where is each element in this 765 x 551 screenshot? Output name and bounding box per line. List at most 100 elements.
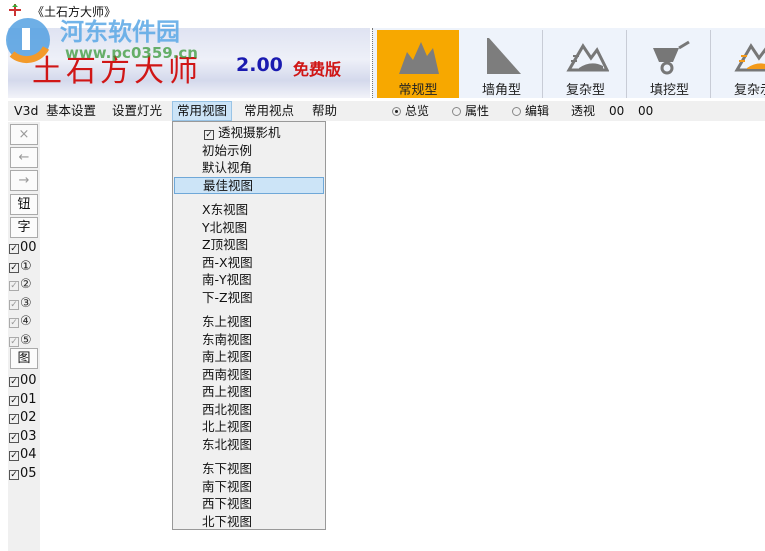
text-toggle[interactable]: 字 — [10, 216, 38, 238]
checkbox-icon: ✓ — [9, 262, 19, 273]
view-menu-item[interactable]: 东下视图 — [174, 460, 324, 477]
layer-checkbox[interactable]: ✓ 05 — [9, 465, 37, 482]
toolbar-button-label: 复杂型 — [565, 83, 605, 98]
banner: 土石方大师 2.00 免费版 — [8, 28, 370, 98]
checkbox-label: 00 — [20, 240, 37, 255]
view-menu-item[interactable]: 最佳视图 — [174, 176, 324, 194]
menu-bar: V3d 基本设置 设置灯光 常用视图 常用视点 帮助 总览 属性 编辑 透视 0… — [8, 101, 765, 121]
view-menu-item-label: Y北视图 — [202, 219, 248, 235]
layer-checkbox[interactable]: ✓ ① — [9, 258, 32, 275]
view-menu-item[interactable]: ✓ 透视摄影机 — [174, 124, 324, 141]
checkbox-label: 04 — [20, 447, 37, 462]
view-menu-item[interactable]: 东上视图 — [174, 313, 324, 330]
view-menu-item[interactable]: 南下视图 — [174, 478, 324, 495]
view-menu-item[interactable]: 初始示例 — [174, 142, 324, 159]
menu-lighting[interactable]: 设置灯光 — [108, 101, 166, 121]
view-menu-item[interactable]: 西下视图 — [174, 495, 324, 512]
radio-overview[interactable]: 总览 — [392, 104, 429, 118]
view-menu-item[interactable]: 东南视图 — [174, 331, 324, 348]
layer-checkbox[interactable]: ✓ ③ — [9, 295, 32, 312]
back-button[interactable]: ← — [10, 147, 38, 169]
layer-checkbox[interactable]: ✓ 00 — [9, 239, 37, 256]
window-title: 《土石方大师》 — [32, 5, 117, 19]
view-menu-item[interactable]: 下-Z视图 — [174, 289, 324, 306]
slope-icon — [487, 38, 521, 74]
layer-checkbox[interactable]: ✓ 02 — [9, 409, 37, 426]
view-menu-item-label: 北上视图 — [202, 419, 253, 434]
view-menu-item[interactable]: 默认视角 — [174, 159, 324, 176]
view-menu-item-label: 西南视图 — [202, 366, 253, 382]
toolbar-button-label: 常规型 — [398, 83, 438, 98]
view-menu-item[interactable]: Z顶视图 — [174, 236, 324, 253]
view-menu-item-label: 默认视角 — [202, 160, 253, 175]
layer-checkbox[interactable]: ✓ 01 — [9, 391, 37, 408]
view-menu-item[interactable]: 西上视图 — [174, 383, 324, 400]
menu-help[interactable]: 帮助 — [308, 101, 341, 121]
view-menu-item[interactable]: 北上视图 — [174, 418, 324, 435]
perspective-value-2: 00 — [638, 104, 654, 118]
checkbox-icon: ✓ — [9, 414, 19, 424]
toolbar-button-4[interactable]: 复杂示 — [713, 30, 765, 98]
close-button[interactable]: × — [10, 124, 38, 145]
menu-v3d[interactable]: V3d — [10, 101, 42, 121]
view-menu-item[interactable]: 西南视图 — [174, 366, 324, 383]
mountain-icon — [399, 42, 439, 74]
menu-common-viewpoints[interactable]: 常用视点 — [240, 101, 298, 121]
view-menu-item-label: 下-Z视图 — [202, 289, 253, 305]
checkbox-label: ① — [20, 258, 32, 274]
view-menu-item[interactable]: 南-Y视图 — [174, 271, 324, 288]
view-menu-item-label: 透视摄影机 — [218, 125, 281, 140]
toolbar-button-1[interactable]: 墙角型 — [461, 30, 543, 98]
view-menu-item-label: 西下视图 — [202, 496, 253, 511]
view-menu-item[interactable]: X东视图 — [174, 201, 324, 218]
forward-button[interactable]: → — [10, 170, 38, 192]
layer-checkbox[interactable]: ✓ 00 — [9, 372, 37, 389]
toolbar-button-0[interactable]: 常规型 — [377, 30, 459, 98]
banner-edition: 免费版 — [293, 60, 342, 79]
view-menu-item[interactable]: 南上视图 — [174, 348, 324, 365]
toolbar-button-label: 墙角型 — [481, 83, 521, 98]
complex-example-icon — [734, 43, 765, 72]
view-menu-item[interactable]: 西-X视图 — [174, 254, 324, 271]
perspective-label: 透视 — [571, 104, 596, 118]
complex-terrain-icon — [566, 43, 609, 72]
checkbox-label: 02 — [20, 410, 37, 425]
view-menu-item[interactable]: 西北视图 — [174, 401, 324, 418]
image-button[interactable]: 图 — [10, 348, 38, 369]
radio-dot-icon — [452, 107, 461, 116]
layer-checkbox[interactable]: ✓ 04 — [9, 446, 37, 463]
radio-dot-icon — [392, 107, 401, 116]
view-menu-item[interactable]: 北下视图 — [174, 513, 324, 530]
toolbar-button-2[interactable]: 复杂型 — [545, 30, 627, 98]
layer-checkbox[interactable]: ✓ ④ — [9, 313, 32, 330]
view-menu-item-label: 西上视图 — [202, 384, 253, 399]
menu-common-views[interactable]: 常用视图 — [172, 101, 233, 121]
layer-checkbox[interactable]: ✓ 03 — [9, 428, 37, 445]
radio-dot-icon — [512, 107, 521, 116]
view-menu-item-label: 南-Y视图 — [202, 272, 252, 287]
checkbox-label: 05 — [20, 465, 37, 481]
checkbox-icon: ✓ — [9, 432, 19, 443]
toolbar-button-3[interactable]: 填挖型 — [629, 30, 711, 98]
view-menu-item[interactable]: 东北视图 — [174, 436, 324, 453]
view-menu-item-label: X东视图 — [202, 202, 249, 217]
menu-basic-settings[interactable]: 基本设置 — [42, 101, 100, 121]
view-menu-item[interactable]: Y北视图 — [174, 219, 324, 236]
checkbox-icon: ✓ — [9, 395, 19, 406]
button-toggle[interactable]: 钮 — [10, 193, 38, 215]
view-menu-item-label: 最佳视图 — [203, 177, 254, 193]
view-menu-item-label: 东南视图 — [202, 331, 253, 347]
view-menu-item-label: 西-X视图 — [202, 254, 253, 270]
radio-properties[interactable]: 属性 — [452, 104, 489, 118]
view-menu-item-label: 初始示例 — [202, 142, 253, 158]
perspective-value-1: 00 — [609, 104, 625, 118]
radio-label: 编辑 — [525, 104, 550, 118]
view-menu-item-label: 东北视图 — [202, 436, 253, 452]
view-menu-item-label: 东下视图 — [202, 461, 253, 476]
radio-edit[interactable]: 编辑 — [512, 104, 549, 118]
layer-checkbox[interactable]: ✓ ⑤ — [9, 332, 32, 349]
banner-version: 2.00 — [236, 54, 283, 76]
checkbox-label: ② — [20, 277, 32, 292]
title-bar: 《土石方大师》 — [0, 0, 765, 22]
layer-checkbox[interactable]: ✓ ② — [9, 276, 32, 293]
